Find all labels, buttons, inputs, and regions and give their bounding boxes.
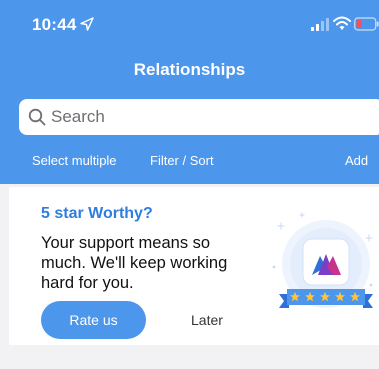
card-title: 5 star Worthy? (41, 205, 153, 222)
status-time: 10:44 (32, 15, 77, 34)
rating-card: 5 star Worthy? Your support means so muc… (9, 187, 379, 345)
card-message: Your support means so much. We'll keep w… (41, 234, 228, 292)
header: 10:44 Relationships Select multiple (0, 0, 379, 184)
search-input[interactable] (51, 99, 371, 135)
search-icon (28, 108, 46, 126)
five-star-badge-illustration (272, 212, 373, 308)
battery-icon (354, 17, 379, 31)
page-title: Relationships (133, 60, 246, 79)
search-bar[interactable] (19, 99, 379, 135)
signal-icon (311, 18, 329, 31)
filter-sort-button[interactable]: Filter / Sort (150, 153, 214, 168)
select-multiple-button[interactable]: Select multiple (32, 153, 117, 168)
add-button[interactable]: Add (345, 153, 368, 168)
location-arrow-icon (80, 17, 94, 31)
status-bar: 10:44 (0, 0, 379, 50)
rate-us-button[interactable]: Rate us (41, 301, 146, 339)
wifi-icon (333, 16, 351, 30)
later-button[interactable]: Later (191, 312, 223, 328)
